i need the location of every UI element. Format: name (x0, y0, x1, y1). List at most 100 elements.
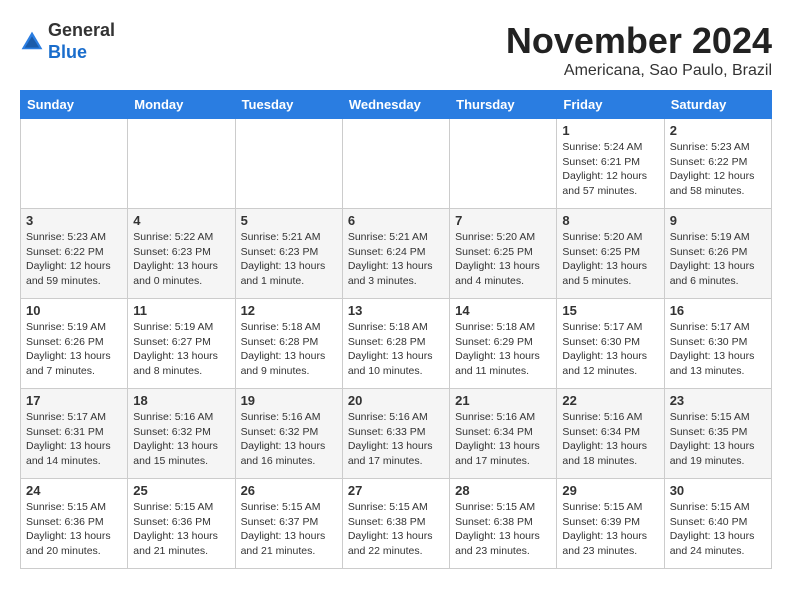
calendar-cell (128, 119, 235, 209)
day-info: Sunrise: 5:23 AM Sunset: 6:22 PM Dayligh… (670, 140, 766, 199)
day-info: Sunrise: 5:22 AM Sunset: 6:23 PM Dayligh… (133, 230, 229, 289)
calendar-cell: 22Sunrise: 5:16 AM Sunset: 6:34 PM Dayli… (557, 389, 664, 479)
day-number: 7 (455, 213, 551, 228)
calendar-cell: 9 Sunrise: 5:19 AM Sunset: 6:26 PM Daylig… (664, 209, 771, 299)
day-info: Sunrise: 5:16 AM Sunset: 6:33 PM Dayligh… (348, 410, 444, 469)
weekday-header-thursday: Thursday (450, 91, 557, 119)
weekday-header-friday: Friday (557, 91, 664, 119)
calendar-cell: 25 Sunrise: 5:15 AM Sunset: 6:36 PM Dayli… (128, 479, 235, 569)
day-info: Sunrise: 5:21 AM Sunset: 6:24 PM Dayligh… (348, 230, 444, 289)
calendar-cell: 15 Sunrise: 5:17 AM Sunset: 6:30 PM Dayli… (557, 299, 664, 389)
day-number: 25 (133, 483, 229, 498)
calendar-cell (450, 119, 557, 209)
calendar-cell: 13 Sunrise: 5:18 AM Sunset: 6:28 PM Dayli… (342, 299, 449, 389)
calendar-cell: 30 Sunrise: 5:15 AM Sunset: 6:40 PM Dayli… (664, 479, 771, 569)
day-info: Sunrise: 5:16 AM Sunset: 6:34 PM Dayligh… (455, 410, 551, 469)
calendar-cell: 27 Sunrise: 5:15 AM Sunset: 6:38 PM Dayli… (342, 479, 449, 569)
calendar-cell: 21 Sunrise: 5:16 AM Sunset: 6:34 PM Dayli… (450, 389, 557, 479)
day-info: Sunrise: 5:16 AM Sunset: 6:32 PM Dayligh… (133, 410, 229, 469)
calendar-cell: 24 Sunrise: 5:15 AM Sunset: 6:36 PM Dayli… (21, 479, 128, 569)
day-info: Sunrise: 5:24 AM Sunset: 6:21 PM Dayligh… (562, 140, 658, 199)
day-info: Sunrise: 5:15 AM Sunset: 6:40 PM Dayligh… (670, 500, 766, 559)
location-subtitle: Americana, Sao Paulo, Brazil (506, 62, 772, 80)
day-number: 5 (241, 213, 337, 228)
logo-icon (20, 30, 44, 54)
day-number: 28 (455, 483, 551, 498)
day-number: 1 (562, 123, 658, 138)
weekday-header-wednesday: Wednesday (342, 91, 449, 119)
week-row-1: 3 Sunrise: 5:23 AM Sunset: 6:22 PM Daylig… (21, 209, 772, 299)
day-info: Sunrise: 5:18 AM Sunset: 6:29 PM Dayligh… (455, 320, 551, 379)
day-info: Sunrise: 5:15 AM Sunset: 6:36 PM Dayligh… (26, 500, 122, 559)
week-row-0: 1 Sunrise: 5:24 AM Sunset: 6:21 PM Daylig… (21, 119, 772, 209)
day-number: 24 (26, 483, 122, 498)
day-info: Sunrise: 5:15 AM Sunset: 6:37 PM Dayligh… (241, 500, 337, 559)
day-number: 16 (670, 303, 766, 318)
day-info: Sunrise: 5:16 AM Sunset: 6:32 PM Dayligh… (241, 410, 337, 469)
week-row-3: 17 Sunrise: 5:17 AM Sunset: 6:31 PM Dayli… (21, 389, 772, 479)
calendar-cell: 23 Sunrise: 5:15 AM Sunset: 6:35 PM Dayli… (664, 389, 771, 479)
day-info: Sunrise: 5:23 AM Sunset: 6:22 PM Dayligh… (26, 230, 122, 289)
logo-blue: Blue (48, 42, 87, 62)
day-number: 4 (133, 213, 229, 228)
calendar-cell: 28Sunrise: 5:15 AM Sunset: 6:38 PM Dayli… (450, 479, 557, 569)
calendar-cell: 12 Sunrise: 5:18 AM Sunset: 6:28 PM Dayli… (235, 299, 342, 389)
day-info: Sunrise: 5:17 AM Sunset: 6:30 PM Dayligh… (562, 320, 658, 379)
day-info: Sunrise: 5:15 AM Sunset: 6:39 PM Dayligh… (562, 500, 658, 559)
day-number: 3 (26, 213, 122, 228)
day-info: Sunrise: 5:15 AM Sunset: 6:36 PM Dayligh… (133, 500, 229, 559)
day-info: Sunrise: 5:15 AM Sunset: 6:38 PM Dayligh… (348, 500, 444, 559)
day-number: 23 (670, 393, 766, 408)
day-info: Sunrise: 5:19 AM Sunset: 6:27 PM Dayligh… (133, 320, 229, 379)
day-info: Sunrise: 5:18 AM Sunset: 6:28 PM Dayligh… (241, 320, 337, 379)
calendar-cell: 17 Sunrise: 5:17 AM Sunset: 6:31 PM Dayli… (21, 389, 128, 479)
day-number: 10 (26, 303, 122, 318)
calendar-cell: 19 Sunrise: 5:16 AM Sunset: 6:32 PM Dayli… (235, 389, 342, 479)
day-info: Sunrise: 5:17 AM Sunset: 6:31 PM Dayligh… (26, 410, 122, 469)
week-row-2: 10 Sunrise: 5:19 AM Sunset: 6:26 PM Dayli… (21, 299, 772, 389)
day-info: Sunrise: 5:21 AM Sunset: 6:23 PM Dayligh… (241, 230, 337, 289)
calendar-cell: 20Sunrise: 5:16 AM Sunset: 6:33 PM Dayli… (342, 389, 449, 479)
title-section: November 2024 Americana, Sao Paulo, Braz… (506, 20, 772, 80)
calendar-cell (21, 119, 128, 209)
calendar-cell (235, 119, 342, 209)
weekday-header-tuesday: Tuesday (235, 91, 342, 119)
calendar-cell: 3 Sunrise: 5:23 AM Sunset: 6:22 PM Daylig… (21, 209, 128, 299)
day-info: Sunrise: 5:18 AM Sunset: 6:28 PM Dayligh… (348, 320, 444, 379)
day-number: 30 (670, 483, 766, 498)
day-number: 21 (455, 393, 551, 408)
calendar-cell: 10 Sunrise: 5:19 AM Sunset: 6:26 PM Dayli… (21, 299, 128, 389)
day-number: 17 (26, 393, 122, 408)
day-number: 9 (670, 213, 766, 228)
calendar-cell: 4 Sunrise: 5:22 AM Sunset: 6:23 PM Daylig… (128, 209, 235, 299)
day-number: 11 (133, 303, 229, 318)
day-number: 12 (241, 303, 337, 318)
calendar-cell: 26 Sunrise: 5:15 AM Sunset: 6:37 PM Dayli… (235, 479, 342, 569)
calendar-cell: 1 Sunrise: 5:24 AM Sunset: 6:21 PM Daylig… (557, 119, 664, 209)
calendar-table: SundayMondayTuesdayWednesdayThursdayFrid… (20, 90, 772, 569)
day-info: Sunrise: 5:19 AM Sunset: 6:26 PM Dayligh… (670, 230, 766, 289)
header: General Blue November 2024 Americana, Sa… (20, 20, 772, 80)
calendar-cell: 18 Sunrise: 5:16 AM Sunset: 6:32 PM Dayli… (128, 389, 235, 479)
day-info: Sunrise: 5:20 AM Sunset: 6:25 PM Dayligh… (455, 230, 551, 289)
logo-general: General (48, 20, 115, 40)
calendar-cell: 5 Sunrise: 5:21 AM Sunset: 6:23 PM Daylig… (235, 209, 342, 299)
day-number: 19 (241, 393, 337, 408)
day-info: Sunrise: 5:19 AM Sunset: 6:26 PM Dayligh… (26, 320, 122, 379)
day-number: 13 (348, 303, 444, 318)
day-number: 27 (348, 483, 444, 498)
weekday-header-monday: Monday (128, 91, 235, 119)
calendar-cell: 14 Sunrise: 5:18 AM Sunset: 6:29 PM Dayli… (450, 299, 557, 389)
day-info: Sunrise: 5:15 AM Sunset: 6:35 PM Dayligh… (670, 410, 766, 469)
day-number: 15 (562, 303, 658, 318)
calendar-cell: 8Sunrise: 5:20 AM Sunset: 6:25 PM Daylig… (557, 209, 664, 299)
logo: General Blue (20, 20, 115, 63)
calendar-cell (342, 119, 449, 209)
day-number: 26 (241, 483, 337, 498)
day-number: 22 (562, 393, 658, 408)
calendar-cell: 16Sunrise: 5:17 AM Sunset: 6:30 PM Dayli… (664, 299, 771, 389)
day-number: 18 (133, 393, 229, 408)
calendar-cell: 11 Sunrise: 5:19 AM Sunset: 6:27 PM Dayli… (128, 299, 235, 389)
week-row-4: 24 Sunrise: 5:15 AM Sunset: 6:36 PM Dayli… (21, 479, 772, 569)
day-number: 14 (455, 303, 551, 318)
